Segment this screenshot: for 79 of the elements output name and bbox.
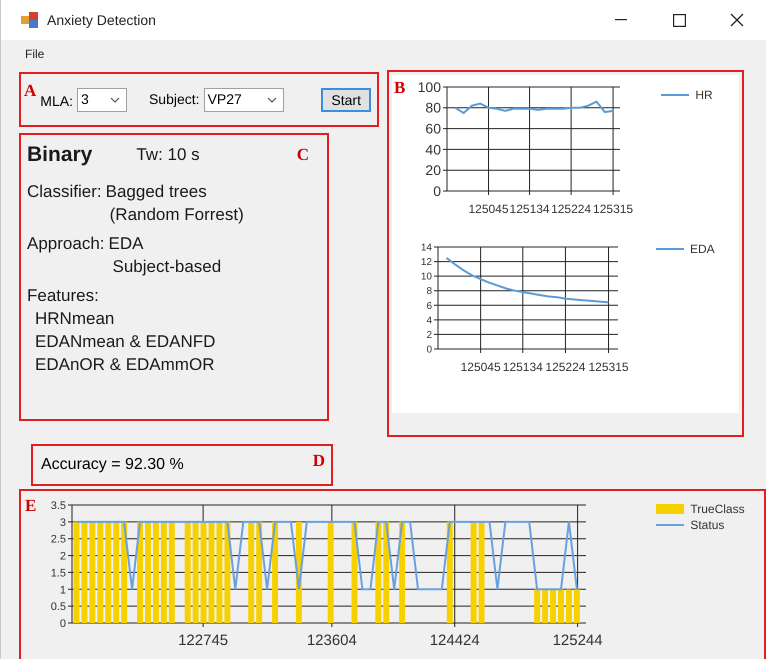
axis-label: 20 (426, 162, 442, 178)
legend-line-icon (656, 523, 684, 527)
axis-label: 60 (426, 120, 442, 136)
axis-label: 3.5 (51, 500, 66, 512)
axis-label: 125045 (460, 360, 501, 374)
axis-label: 125244 (552, 632, 603, 649)
panel-letter: E (25, 497, 36, 514)
app-icon (21, 12, 39, 28)
feature-item: EDAnOR & EDAmmOR (35, 354, 216, 376)
legend-label: TrueClass (690, 503, 745, 515)
axis-label: 125224 (551, 202, 592, 216)
bar (550, 589, 556, 623)
axis-label: 8 (426, 286, 432, 298)
axis-label: 12 (420, 257, 432, 268)
approach-value: Subject-based (112, 256, 222, 278)
axis-label: 123604 (307, 632, 358, 649)
close-icon (730, 13, 744, 27)
approach-value: EDA (108, 233, 144, 255)
legend-label: EDA (690, 243, 715, 255)
axis-label: 0 (434, 182, 442, 199)
bar (566, 589, 572, 623)
axis-label: 125134 (502, 360, 543, 374)
axis-label: 1.5 (51, 567, 66, 580)
legend-label: HR (695, 89, 713, 101)
bar (534, 589, 540, 623)
axis-label: 6 (426, 300, 432, 312)
time-window-label: Tw: 10 s (136, 144, 200, 166)
approach-label: Approach: (27, 233, 104, 255)
axis-label: 80 (426, 100, 442, 116)
legend-line-icon (661, 93, 690, 97)
axis-label: 125315 (593, 202, 634, 216)
axis-label: 1 (60, 584, 66, 596)
accuracy-text: Accuracy = 92.30 % (41, 455, 184, 475)
panel-letter: C (296, 145, 309, 164)
panel-letter: A (24, 81, 36, 100)
menu-item[interactable]: File (25, 45, 44, 63)
axis-label: 100 (418, 79, 442, 95)
mla-label: MLA: (40, 92, 73, 111)
axis-label: 125045 (468, 202, 509, 216)
bar (542, 589, 548, 623)
bar (558, 589, 564, 623)
axis-label: 124424 (430, 632, 480, 649)
dropdown[interactable]: 3 (76, 88, 127, 112)
mode-title: Binary (27, 143, 92, 166)
classifier-value: Bagged trees (106, 181, 208, 203)
feature-item: EDANmean & EDANFD (35, 331, 216, 353)
axis-label: 14 (420, 242, 432, 254)
chevron-down-icon (110, 96, 120, 102)
axis-label: 0.5 (51, 601, 66, 614)
axis-label: 125134 (510, 202, 550, 216)
window-title: Anxiety Detection (47, 10, 156, 30)
axis-label: 0 (426, 344, 432, 356)
legend-line-icon (656, 247, 684, 251)
minimize-icon (615, 19, 627, 21)
maximize-icon (672, 14, 686, 26)
panel-letter: B (394, 79, 406, 96)
panel-letter: D (312, 451, 325, 470)
axis-label: 10 (420, 272, 432, 283)
dropdown[interactable]: VP27 (204, 88, 284, 112)
axis-label: 125315 (588, 360, 629, 374)
axis-label: 0 (60, 618, 66, 630)
legend-label: Status (690, 519, 724, 531)
legend-swatch (656, 504, 684, 514)
axis-label: 40 (426, 141, 442, 158)
classifier-value: (Random Forrest) (110, 204, 244, 226)
feature-item: HRNmean (35, 308, 116, 330)
axis-label: 4 (426, 315, 432, 326)
axis-label: 2.5 (51, 534, 66, 546)
axis-label: 2 (60, 550, 66, 563)
classifier-label: Classifier: (27, 181, 102, 203)
axis-label: 2 (426, 330, 432, 341)
axis-label: 3 (60, 516, 66, 529)
chevron-down-icon (266, 96, 277, 102)
start-button[interactable]: Start (321, 88, 371, 112)
axis-label: 125224 (545, 360, 586, 374)
features-label: Features: (27, 285, 100, 307)
axis-label: 122745 (178, 632, 228, 649)
bar (574, 589, 580, 623)
subject-label: Subject: (148, 90, 200, 109)
